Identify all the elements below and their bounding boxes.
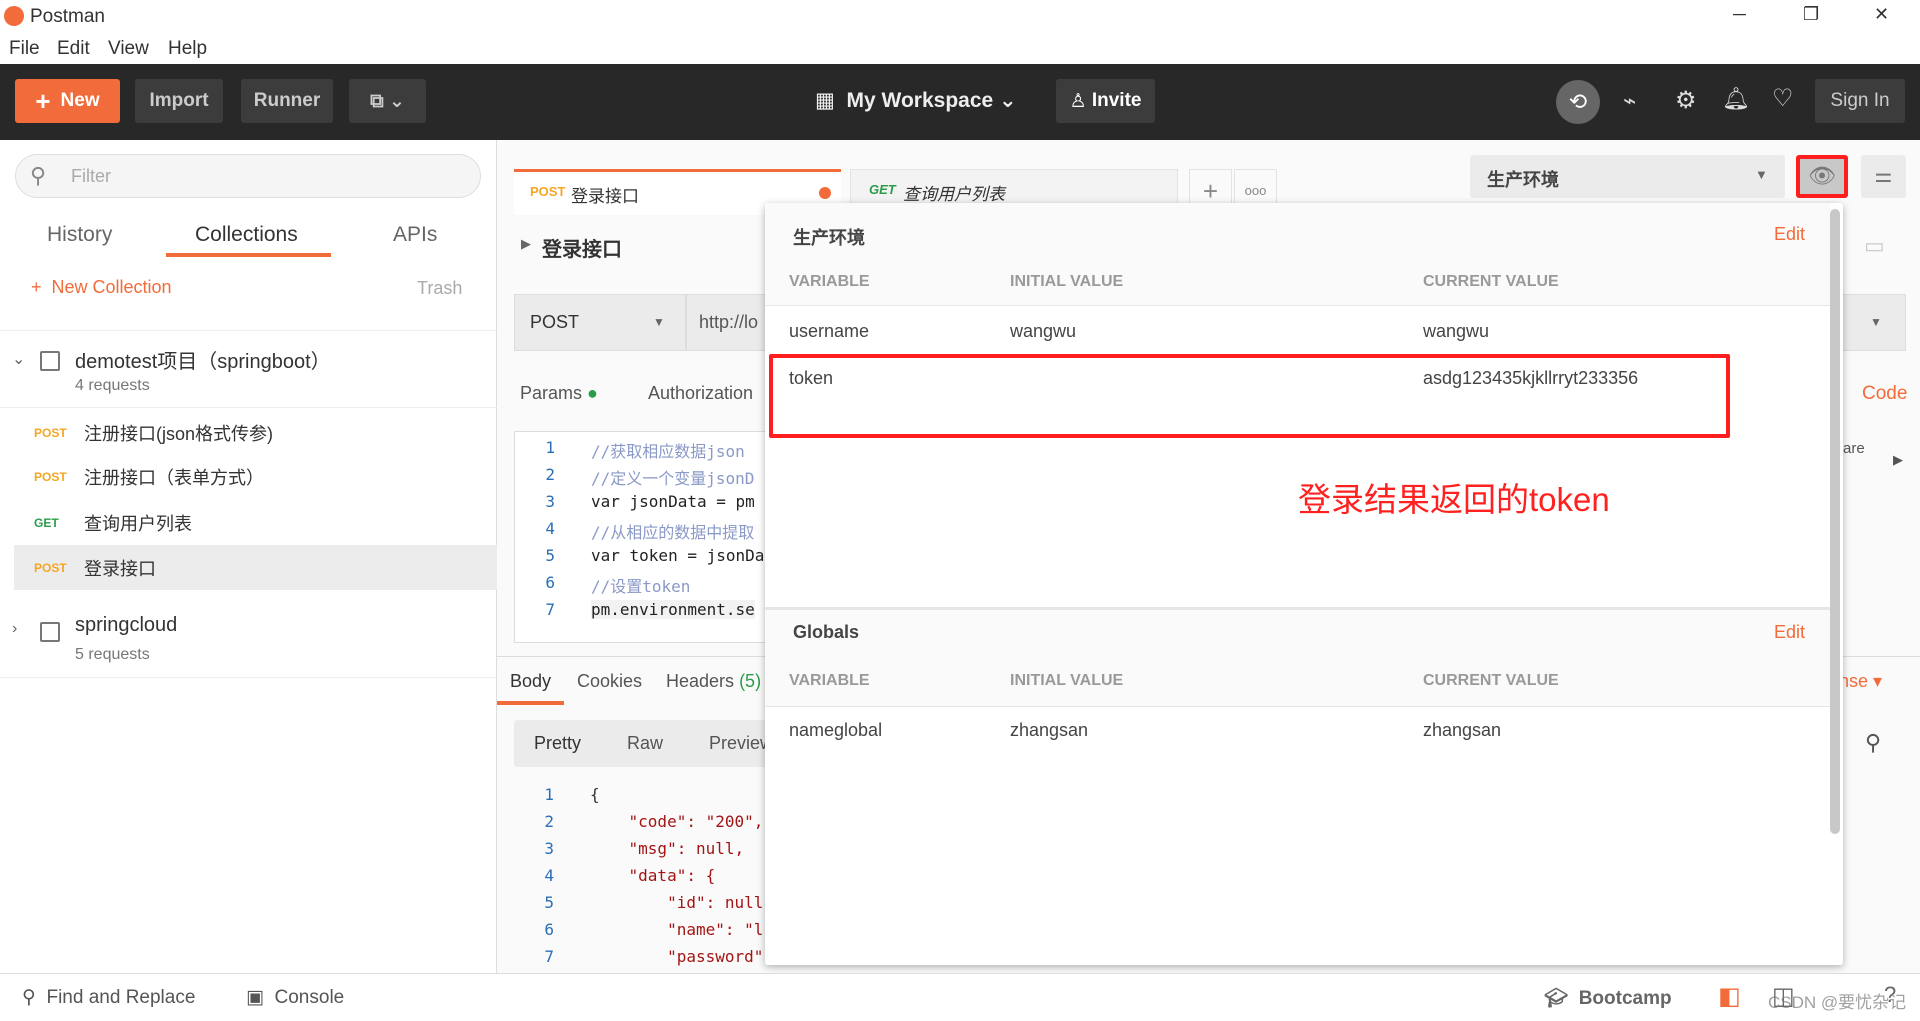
console-button[interactable]: ▣ Console (246, 986, 344, 1009)
expand-triangle-icon[interactable]: ▶ (521, 236, 531, 252)
eye-icon: 👁︎ (1808, 163, 1836, 188)
new-collection-button[interactable]: + New Collection (31, 277, 172, 298)
status-dot-icon: ● (587, 383, 598, 403)
environment-title: 生产环境 (793, 228, 865, 248)
two-pane-icon[interactable]: ◧ (1718, 982, 1741, 1011)
add-user-icon: ♙ (1069, 90, 1092, 112)
sign-in-button[interactable]: Sign In (1815, 79, 1905, 123)
sidebar: ⚲ Filter History Collections APIs + New … (0, 140, 497, 973)
unsaved-dot-icon (819, 187, 831, 199)
import-button[interactable]: Import (135, 79, 223, 123)
menu-view[interactable]: View (108, 38, 149, 60)
request-item[interactable]: POST 注册接口(json格式传参) (14, 410, 497, 455)
folder-icon (40, 351, 60, 371)
tab-apis[interactable]: APIs (393, 223, 437, 247)
title-bar: Postman ─ ❐ ✕ (0, 0, 1920, 34)
menu-help[interactable]: Help (168, 38, 207, 60)
folder-icon (40, 622, 60, 642)
console-icon: ▣ (246, 987, 275, 1008)
play-icon[interactable]: ▶ (1893, 452, 1903, 468)
body-tab-indicator (497, 701, 564, 705)
toolbar: + New Import Runner ⧉ ⌄ ▦ My Workspace ⌄ … (0, 64, 1920, 140)
environment-quick-look-button[interactable]: 👁︎ (1796, 155, 1848, 198)
tab-cookies[interactable]: Cookies (577, 671, 642, 692)
globals-title: Globals (793, 622, 860, 642)
invite-button[interactable]: ♙ Invite (1056, 79, 1155, 123)
chevron-right-icon: › (12, 620, 18, 637)
satellite-icon[interactable]: ⌁ (1623, 88, 1636, 114)
plus-icon: + (31, 277, 52, 297)
heart-icon[interactable]: ♡ (1772, 84, 1794, 113)
request-item[interactable]: GET 查询用户列表 (14, 500, 497, 545)
bell-icon[interactable]: 🔔︎ (1722, 86, 1750, 112)
menu-file[interactable]: File (9, 38, 40, 60)
menu-edit[interactable]: Edit (57, 38, 90, 60)
request-item-active[interactable]: POST 登录接口 (14, 545, 497, 590)
window-title: Postman (30, 6, 105, 27)
tab-params[interactable]: Params ● (520, 383, 598, 404)
edit-environment-link[interactable]: Edit (1774, 224, 1805, 245)
method-select[interactable]: POST ▼ (514, 294, 686, 351)
tab-headers[interactable]: Headers (5) (666, 671, 761, 692)
code-link[interactable]: Code (1862, 383, 1907, 405)
request-item[interactable]: POST 注册接口（表单方式） (14, 454, 497, 499)
manage-environments-button[interactable]: ⚌ (1861, 155, 1906, 198)
menu-bar: File Edit View Help (0, 34, 1920, 64)
tab-authorization[interactable]: Authorization (648, 383, 753, 404)
workspace-switcher[interactable]: ▦ My Workspace ⌄ (815, 88, 1017, 113)
tab-history[interactable]: History (47, 223, 112, 247)
environment-select[interactable]: 生产环境 ▼ (1470, 155, 1785, 198)
new-button[interactable]: + New (15, 79, 120, 123)
trash-link[interactable]: Trash (417, 278, 462, 299)
find-replace-button[interactable]: ⚲ Find and Replace (22, 986, 195, 1009)
close-button[interactable]: ✕ (1874, 4, 1889, 25)
sliders-icon: ⚌ (1874, 165, 1893, 187)
search-icon: ⚲ (30, 163, 47, 188)
response-dropdown[interactable]: nse ▾ (1839, 671, 1882, 692)
view-pretty[interactable]: Pretty (534, 733, 581, 754)
share-text: are (1843, 440, 1865, 457)
graduation-cap-icon: 🎓︎ (1544, 988, 1579, 1009)
minimize-button[interactable]: ─ (1733, 4, 1746, 25)
annotation-text: 登录结果返回的token (1298, 481, 1610, 518)
status-bar: ⚲ Find and Replace ▣ Console 🎓︎ Bootcamp… (0, 973, 1920, 1021)
edit-globals-link[interactable]: Edit (1774, 622, 1805, 643)
chevron-down-icon: ⌄ (12, 351, 26, 368)
comments-icon[interactable]: ▭ (1864, 233, 1885, 259)
popup-scrollbar[interactable] (1830, 209, 1840, 834)
tab-body[interactable]: Body (510, 671, 551, 692)
filter-input[interactable]: ⚲ Filter (15, 154, 481, 198)
tab-collections[interactable]: Collections (195, 223, 298, 247)
new-window-button[interactable]: ⧉ ⌄ (349, 79, 426, 123)
highlight-box (769, 354, 1730, 438)
runner-button[interactable]: Runner (241, 79, 333, 123)
environment-quick-look-popup: 生产环境 Edit VARIABLE INITIAL VALUE CURRENT… (765, 203, 1843, 965)
collection-demotest[interactable]: ⌄ demotest项目（springboot） 4 requests (0, 330, 497, 408)
watermark: CSDN @要忧杂记 (1768, 993, 1907, 1012)
view-raw[interactable]: Raw (627, 733, 663, 754)
active-tab-indicator (166, 253, 331, 257)
bootcamp-button[interactable]: 🎓︎ Bootcamp (1544, 986, 1672, 1010)
gear-icon[interactable]: ⚙ (1675, 86, 1697, 115)
request-name: 登录接口 (542, 239, 622, 261)
view-preview[interactable]: Preview (709, 733, 773, 754)
new-window-icon: ⧉ ⌄ (370, 90, 405, 112)
grid-icon: ▦ (815, 89, 835, 112)
postman-logo-icon (4, 6, 24, 26)
caret-down-icon: ▼ (1755, 167, 1768, 182)
sync-icon[interactable]: ⟲ (1556, 80, 1600, 124)
caret-down-icon: ▼ (1870, 315, 1882, 329)
search-icon[interactable]: ⚲ (1865, 730, 1881, 756)
search-icon: ⚲ (22, 987, 47, 1008)
plus-icon: + (35, 85, 51, 116)
collection-springcloud[interactable]: › springcloud 5 requests (0, 600, 497, 678)
restore-button[interactable]: ❐ (1803, 4, 1819, 25)
caret-down-icon: ▼ (653, 315, 665, 329)
